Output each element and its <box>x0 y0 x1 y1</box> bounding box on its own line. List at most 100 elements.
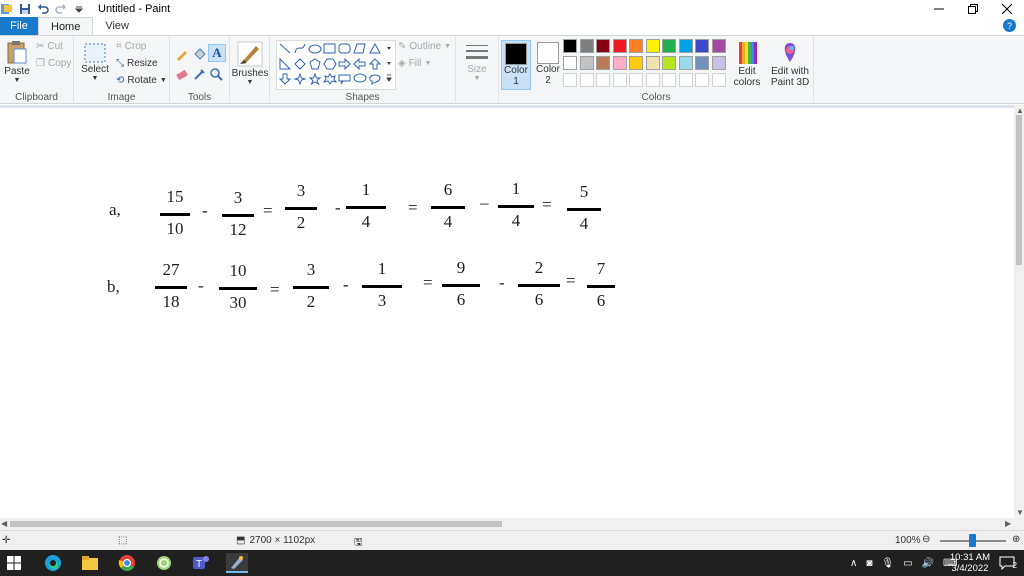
undo-icon[interactable] <box>36 2 50 16</box>
teams-app-icon[interactable]: T <box>190 553 212 573</box>
palette-empty-swatch[interactable] <box>579 73 594 87</box>
palette-swatch[interactable] <box>678 39 693 53</box>
scroll-right-icon[interactable]: ▶ <box>1005 519 1011 528</box>
horizontal-scroll-thumb[interactable] <box>10 521 502 527</box>
rect-callout-shape-icon[interactable] <box>338 74 351 85</box>
cloud-callout-shape-icon[interactable] <box>369 74 381 86</box>
curve-shape-icon[interactable] <box>294 43 306 54</box>
edit-with-paint3d-button[interactable]: Edit with Paint 3D <box>768 40 812 88</box>
palette-empty-swatch[interactable] <box>711 73 726 87</box>
brushes-button[interactable]: Brushes ▼ <box>232 40 268 86</box>
save-icon[interactable] <box>18 2 32 16</box>
triangle-shape-icon[interactable] <box>369 42 381 54</box>
palette-swatch[interactable] <box>563 39 577 53</box>
close-button[interactable] <box>990 0 1024 17</box>
zoom-slider-thumb[interactable] <box>969 534 976 547</box>
network-icon[interactable]: ▭ <box>903 558 912 569</box>
geogebra-app-icon[interactable] <box>153 553 175 573</box>
rotate-button[interactable]: ⟲ Rotate ▼ <box>116 75 167 86</box>
microphone-icon[interactable]: 🎙 <box>881 558 894 569</box>
outline-button[interactable]: ✎ Outline ▼ <box>398 41 451 52</box>
palette-swatch[interactable] <box>695 56 709 70</box>
start-icon[interactable] <box>3 553 25 573</box>
show-hidden-icons-icon[interactable]: ∧ <box>850 558 857 569</box>
webcam-icon[interactable]: ◙ <box>866 558 872 569</box>
canvas-workarea[interactable] <box>0 105 1014 518</box>
diamond-shape-icon[interactable] <box>294 58 306 70</box>
polygon-shape-icon[interactable] <box>353 43 366 54</box>
palette-swatch[interactable] <box>645 56 660 70</box>
tab-view[interactable]: View <box>93 17 141 35</box>
rounded-rectangle-shape-icon[interactable] <box>338 43 351 54</box>
color1-selector[interactable]: Color 1 <box>501 40 531 90</box>
four-point-star-shape-icon[interactable] <box>293 72 307 86</box>
paste-button[interactable]: Paste ▼ <box>4 40 30 84</box>
palette-empty-swatch[interactable] <box>678 73 693 87</box>
help-icon[interactable]: ? <box>1003 19 1016 32</box>
edit-colors-button[interactable]: Edit colors <box>732 40 762 88</box>
down-arrow-shape-icon[interactable] <box>278 73 292 85</box>
vertical-scrollbar[interactable]: ▲ ▼ <box>1014 105 1024 518</box>
zoom-out-icon[interactable]: ⊖ <box>922 534 930 545</box>
magnifier-icon[interactable] <box>208 66 224 82</box>
crop-button[interactable]: ⌗ Crop <box>116 41 146 52</box>
palette-empty-swatch[interactable] <box>695 73 709 87</box>
cut-button[interactable]: ✂ Cut <box>36 41 63 52</box>
customize-toolbar-icon[interactable] <box>72 2 86 16</box>
scroll-down-icon[interactable]: ▼ <box>1016 508 1024 517</box>
scroll-up-icon[interactable]: ▲ <box>1016 106 1024 115</box>
pentagon-shape-icon[interactable] <box>309 58 321 70</box>
horizontal-scrollbar[interactable]: ◀ ▶ <box>0 518 1024 530</box>
palette-swatch[interactable] <box>662 39 676 53</box>
fill-bucket-icon[interactable] <box>192 46 208 62</box>
palette-swatch[interactable] <box>596 39 610 53</box>
select-button[interactable]: Select ▼ <box>80 42 110 82</box>
restore-button[interactable] <box>956 0 990 17</box>
palette-swatch[interactable] <box>563 56 577 70</box>
palette-swatch[interactable] <box>629 39 643 53</box>
palette-empty-swatch[interactable] <box>596 73 610 87</box>
tab-home[interactable]: Home <box>38 17 94 35</box>
redo-icon[interactable] <box>54 2 68 16</box>
palette-swatch[interactable] <box>678 56 693 70</box>
oval-callout-shape-icon[interactable] <box>353 73 367 83</box>
minimize-button[interactable] <box>922 0 956 17</box>
file-explorer-icon[interactable] <box>79 553 101 573</box>
palette-swatch[interactable] <box>695 39 709 53</box>
up-arrow-shape-icon[interactable] <box>368 58 382 70</box>
copy-button[interactable]: ❐ Copy <box>36 58 71 69</box>
palette-empty-swatch[interactable] <box>645 73 660 87</box>
palette-empty-swatch[interactable] <box>629 73 643 87</box>
palette-swatch[interactable] <box>579 39 594 53</box>
text-tool-icon[interactable]: A <box>208 44 226 62</box>
palette-swatch[interactable] <box>612 56 627 70</box>
color-picker-icon[interactable] <box>192 66 208 82</box>
taskbar-clock[interactable]: 10:31 AM 3/4/2022 <box>950 552 990 574</box>
five-point-star-shape-icon[interactable] <box>308 72 322 86</box>
left-arrow-shape-icon[interactable] <box>353 57 366 71</box>
zoom-in-icon[interactable]: ⊕ <box>1012 534 1020 545</box>
palette-swatch[interactable] <box>579 56 594 70</box>
right-triangle-shape-icon[interactable] <box>279 57 292 70</box>
color2-selector[interactable]: Color 2 <box>533 40 563 90</box>
palette-empty-swatch[interactable] <box>563 73 577 87</box>
oval-shape-icon[interactable] <box>308 44 322 54</box>
palette-swatch[interactable] <box>629 56 643 70</box>
fill-button[interactable]: ◈ Fill ▼ <box>398 58 431 69</box>
paint-taskbar-icon[interactable] <box>226 553 248 573</box>
palette-swatch[interactable] <box>596 56 610 70</box>
notifications-icon[interactable]: 2 <box>996 553 1018 573</box>
palette-swatch[interactable] <box>711 56 726 70</box>
tab-file[interactable]: File <box>0 17 38 35</box>
pencil-icon[interactable] <box>174 46 190 62</box>
six-point-star-shape-icon[interactable] <box>322 73 338 85</box>
rectangle-shape-icon[interactable] <box>323 43 336 54</box>
size-button[interactable]: Size ▼ <box>462 42 492 82</box>
palette-swatch[interactable] <box>612 39 627 53</box>
palette-swatch[interactable] <box>711 39 726 53</box>
right-arrow-shape-icon[interactable] <box>338 57 351 71</box>
resize-button[interactable]: ⤡ Resize <box>116 58 158 69</box>
hexagon-shape-icon[interactable] <box>323 58 337 70</box>
palette-swatch[interactable] <box>662 56 676 70</box>
eraser-icon[interactable] <box>174 66 190 82</box>
